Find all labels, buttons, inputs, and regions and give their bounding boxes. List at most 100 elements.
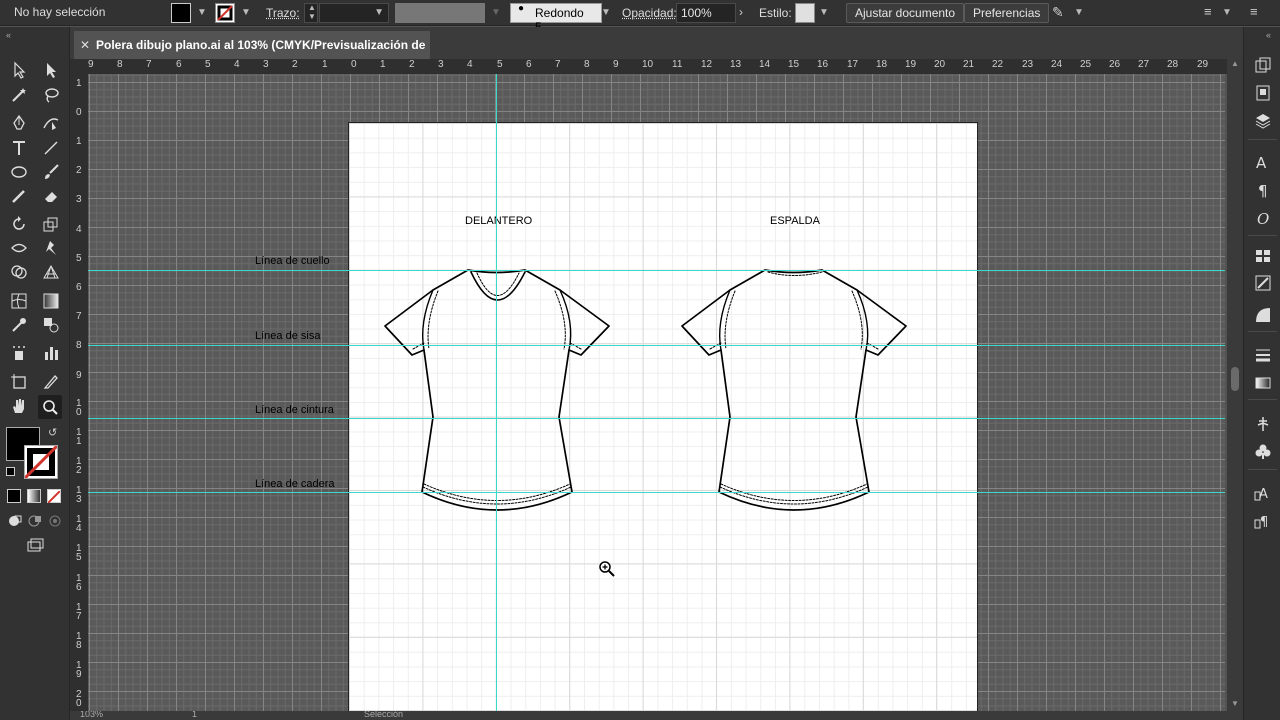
artboard-tool-icon[interactable] (8, 371, 30, 393)
swap-fill-stroke-icon[interactable]: ↺ (48, 426, 57, 439)
screen-mode-icon[interactable] (24, 535, 46, 557)
pen-tool-icon[interactable] (8, 112, 30, 134)
eyedropper-tool-icon[interactable] (8, 314, 30, 336)
scroll-down-icon[interactable]: ▼ (1231, 699, 1239, 708)
waist-guide[interactable] (88, 418, 1225, 419)
perspective-grid-tool-icon[interactable] (40, 261, 62, 283)
gradient-tool-icon[interactable] (40, 290, 62, 312)
character-styles-icon[interactable]: A (1253, 483, 1273, 503)
zoom-cursor-icon (599, 561, 615, 577)
brush-definition-dropdown[interactable]: ● Redondo 5... (510, 3, 602, 34)
stroke-weight-input[interactable]: ▼ (319, 3, 389, 23)
artboards-panel-icon[interactable] (1253, 55, 1273, 75)
mesh-tool-icon[interactable] (8, 290, 30, 312)
stroke-panel-icon[interactable] (1253, 345, 1273, 365)
column-graph-tool-icon[interactable] (40, 342, 62, 364)
flat-sketch-drawing[interactable] (349, 123, 979, 711)
stroke-weight-stepper[interactable]: ▲ ▼ (304, 3, 318, 23)
fill-dropdown-chevron-icon[interactable]: ▼ (197, 7, 207, 18)
arrange-chevron-icon[interactable]: ▼ (1074, 7, 1084, 18)
magic-wand-tool-icon[interactable] (8, 84, 30, 106)
variable-width-profile[interactable] (395, 3, 485, 23)
hip-guide[interactable] (88, 492, 1225, 493)
ruler-tick-label: 26 (1109, 59, 1121, 70)
horizontal-ruler[interactable]: 9 8 7 6 5 4 3 2 1 0 1 2 3 4 5 6 7 8 9 10… (70, 59, 1227, 74)
paragraph-styles-icon[interactable]: ¶ (1253, 511, 1273, 531)
hand-tool-icon[interactable] (8, 395, 30, 417)
fit-document-button[interactable]: Ajustar documento (846, 3, 965, 23)
zoom-level[interactable]: 103% (80, 711, 103, 719)
opacity-input[interactable]: 100% (676, 3, 736, 23)
align-chevron-icon[interactable]: ▼ (1222, 7, 1232, 18)
document-tab[interactable]: ✕ Polera dibujo plano.ai al 103% (CMYK/P… (74, 31, 430, 80)
opacity-arrow-icon[interactable]: › (739, 5, 743, 19)
shape-builder-tool-icon[interactable] (8, 261, 30, 283)
style-dropdown-chevron-icon[interactable]: ▼ (819, 7, 829, 18)
canvas[interactable]: DELANTERO ESPALDA Línea de cuello Línea … (88, 74, 1225, 711)
center-front-guide[interactable] (496, 74, 497, 711)
stroke-swatch[interactable] (215, 3, 235, 23)
close-tab-icon[interactable]: ✕ (80, 31, 90, 59)
panel-menu-icon[interactable]: ≡ (1250, 4, 1258, 19)
blend-tool-icon[interactable] (40, 314, 62, 336)
zoom-tool-icon[interactable] (38, 395, 62, 419)
align-icon[interactable]: ≡ (1204, 4, 1212, 19)
draw-normal-icon[interactable] (4, 510, 26, 532)
line-segment-tool-icon[interactable] (40, 137, 62, 159)
layers-panel-icon[interactable] (1253, 111, 1273, 131)
direct-selection-tool-icon[interactable] (40, 59, 62, 81)
vertical-scrollbar[interactable]: ▲ ▼ (1227, 59, 1243, 711)
preferences-button[interactable]: Preferencias (964, 3, 1050, 23)
color-mode-icon[interactable] (7, 489, 21, 503)
none-mode-icon[interactable] (47, 489, 61, 504)
type-tool-icon[interactable] (8, 137, 30, 159)
artboard[interactable]: DELANTERO ESPALDA (348, 122, 978, 711)
default-colors-icon[interactable] (6, 467, 15, 476)
lasso-tool-icon[interactable] (40, 84, 62, 106)
document-tab-strip: ✕ Polera dibujo plano.ai al 103% (CMYK/P… (0, 27, 1280, 80)
paintbrush-tool-icon[interactable] (40, 161, 62, 183)
artboard-number[interactable]: 1 (192, 711, 197, 719)
width-tool-icon[interactable] (8, 237, 30, 259)
stroke-color-swatch[interactable] (23, 444, 59, 480)
ruler-tick-label: 1 (76, 78, 82, 89)
curvature-tool-icon[interactable] (40, 112, 62, 134)
gradient-panel-icon[interactable] (1253, 373, 1273, 393)
puppet-warp-tool-icon[interactable] (40, 237, 62, 259)
club-symbol-icon[interactable] (1253, 442, 1273, 462)
collapse-panel-icon[interactable]: « (6, 30, 11, 40)
scale-tool-icon[interactable] (40, 213, 62, 235)
libraries-panel-icon[interactable] (1253, 83, 1273, 103)
scroll-up-icon[interactable]: ▲ (1231, 59, 1239, 68)
character-panel-icon[interactable]: A (1253, 152, 1273, 172)
puppet-panel-icon[interactable] (1253, 414, 1273, 434)
shaper-tool-icon[interactable] (8, 185, 30, 207)
symbols-panel-icon[interactable] (1253, 305, 1273, 325)
rotate-tool-icon[interactable] (8, 213, 30, 235)
graphic-style-swatch[interactable] (795, 3, 815, 23)
vertical-ruler[interactable]: 1 0 1 2 3 4 5 6 7 8 9 1 0 1 1 1 2 1 3 1 … (70, 74, 88, 711)
draw-behind-icon[interactable] (24, 510, 46, 532)
scroll-thumb[interactable] (1231, 367, 1239, 391)
neck-guide[interactable] (88, 270, 1225, 271)
swatches-panel-icon[interactable] (1253, 246, 1273, 266)
symbol-sprayer-tool-icon[interactable] (8, 342, 30, 364)
ruler-tick-label: 1 2 (76, 456, 82, 476)
selection-tool-icon[interactable] (8, 59, 30, 81)
armhole-guide[interactable] (88, 345, 1225, 346)
brushes-panel-icon[interactable] (1253, 273, 1273, 293)
opentype-panel-icon[interactable]: O (1253, 208, 1273, 228)
ruler-tick-label: 3 (76, 194, 82, 205)
expand-panels-icon[interactable]: « (1266, 30, 1271, 40)
fill-swatch[interactable] (171, 3, 191, 23)
eraser-tool-icon[interactable] (40, 185, 62, 207)
gradient-mode-icon[interactable] (27, 489, 41, 503)
ellipse-tool-icon[interactable] (8, 161, 30, 183)
stroke-dropdown-chevron-icon[interactable]: ▼ (241, 7, 251, 18)
arrange-documents-icon[interactable]: ✎ (1052, 4, 1064, 21)
paragraph-panel-icon[interactable]: ¶ (1253, 180, 1273, 200)
brush-dropdown-chevron-icon[interactable]: ▼ (601, 7, 611, 18)
slice-tool-icon[interactable] (40, 371, 62, 393)
profile-dropdown-chevron-icon[interactable]: ▼ (491, 7, 501, 18)
draw-inside-icon[interactable] (44, 510, 66, 532)
